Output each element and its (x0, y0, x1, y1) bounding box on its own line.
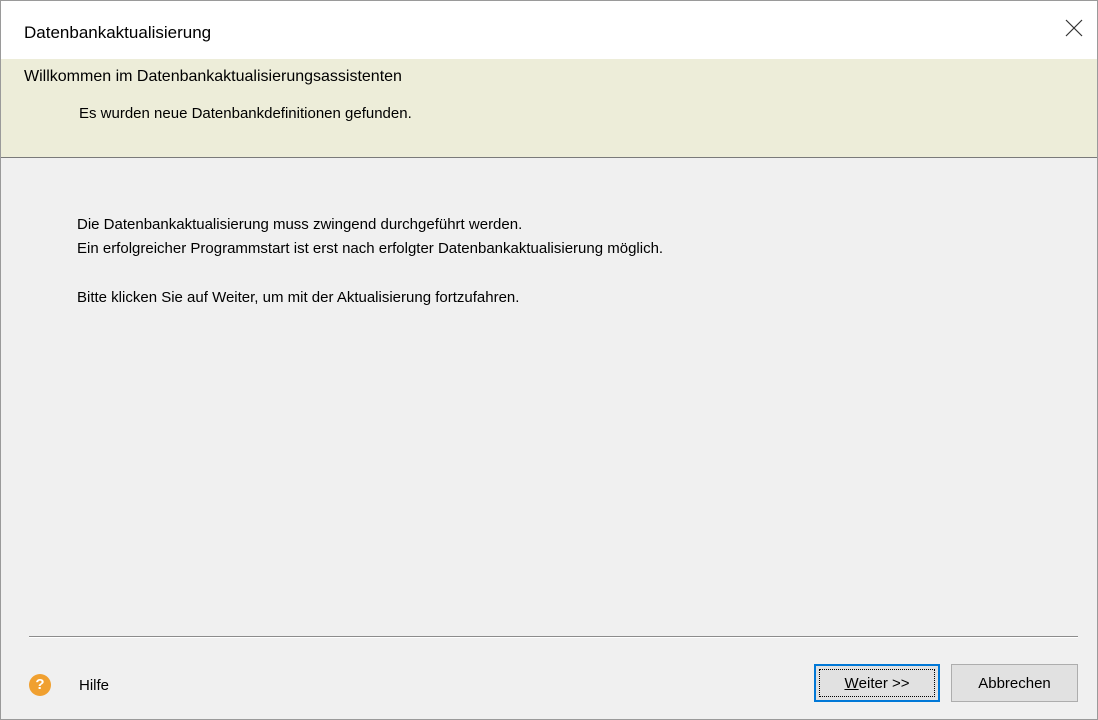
title-bar: Datenbankaktualisierung (1, 1, 1097, 59)
wizard-header-title: Willkommen im Datenbankaktualisierungsas… (24, 68, 402, 85)
cancel-button[interactable]: Abbrechen (951, 664, 1078, 702)
help-icon[interactable]: ? (29, 674, 51, 696)
wizard-header-subtitle: Es wurden neue Datenbankdefinitionen gef… (79, 105, 412, 122)
next-button[interactable]: Weiter >> (814, 664, 940, 702)
info-text-line-2: Ein erfolgreicher Programmstart ist erst… (77, 240, 664, 257)
info-text-line-3: Bitte klicken Sie auf Weiter, um mit der… (77, 289, 520, 306)
footer-divider (29, 636, 1078, 638)
help-link[interactable]: Hilfe (79, 676, 109, 696)
wizard-window: Datenbankaktualisierung Willkommen im Da… (0, 0, 1098, 720)
wizard-content: Die Datenbankaktualisierung muss zwingen… (1, 158, 1097, 628)
close-button[interactable] (1051, 1, 1097, 59)
next-button-mnemonic: W (844, 674, 859, 692)
window-title: Datenbankaktualisierung (24, 23, 212, 42)
close-icon (1065, 19, 1083, 42)
next-button-label: eiter >> (858, 674, 910, 692)
info-text-line-1: Die Datenbankaktualisierung muss zwingen… (77, 216, 523, 233)
wizard-header: Willkommen im Datenbankaktualisierungsas… (1, 59, 1097, 158)
